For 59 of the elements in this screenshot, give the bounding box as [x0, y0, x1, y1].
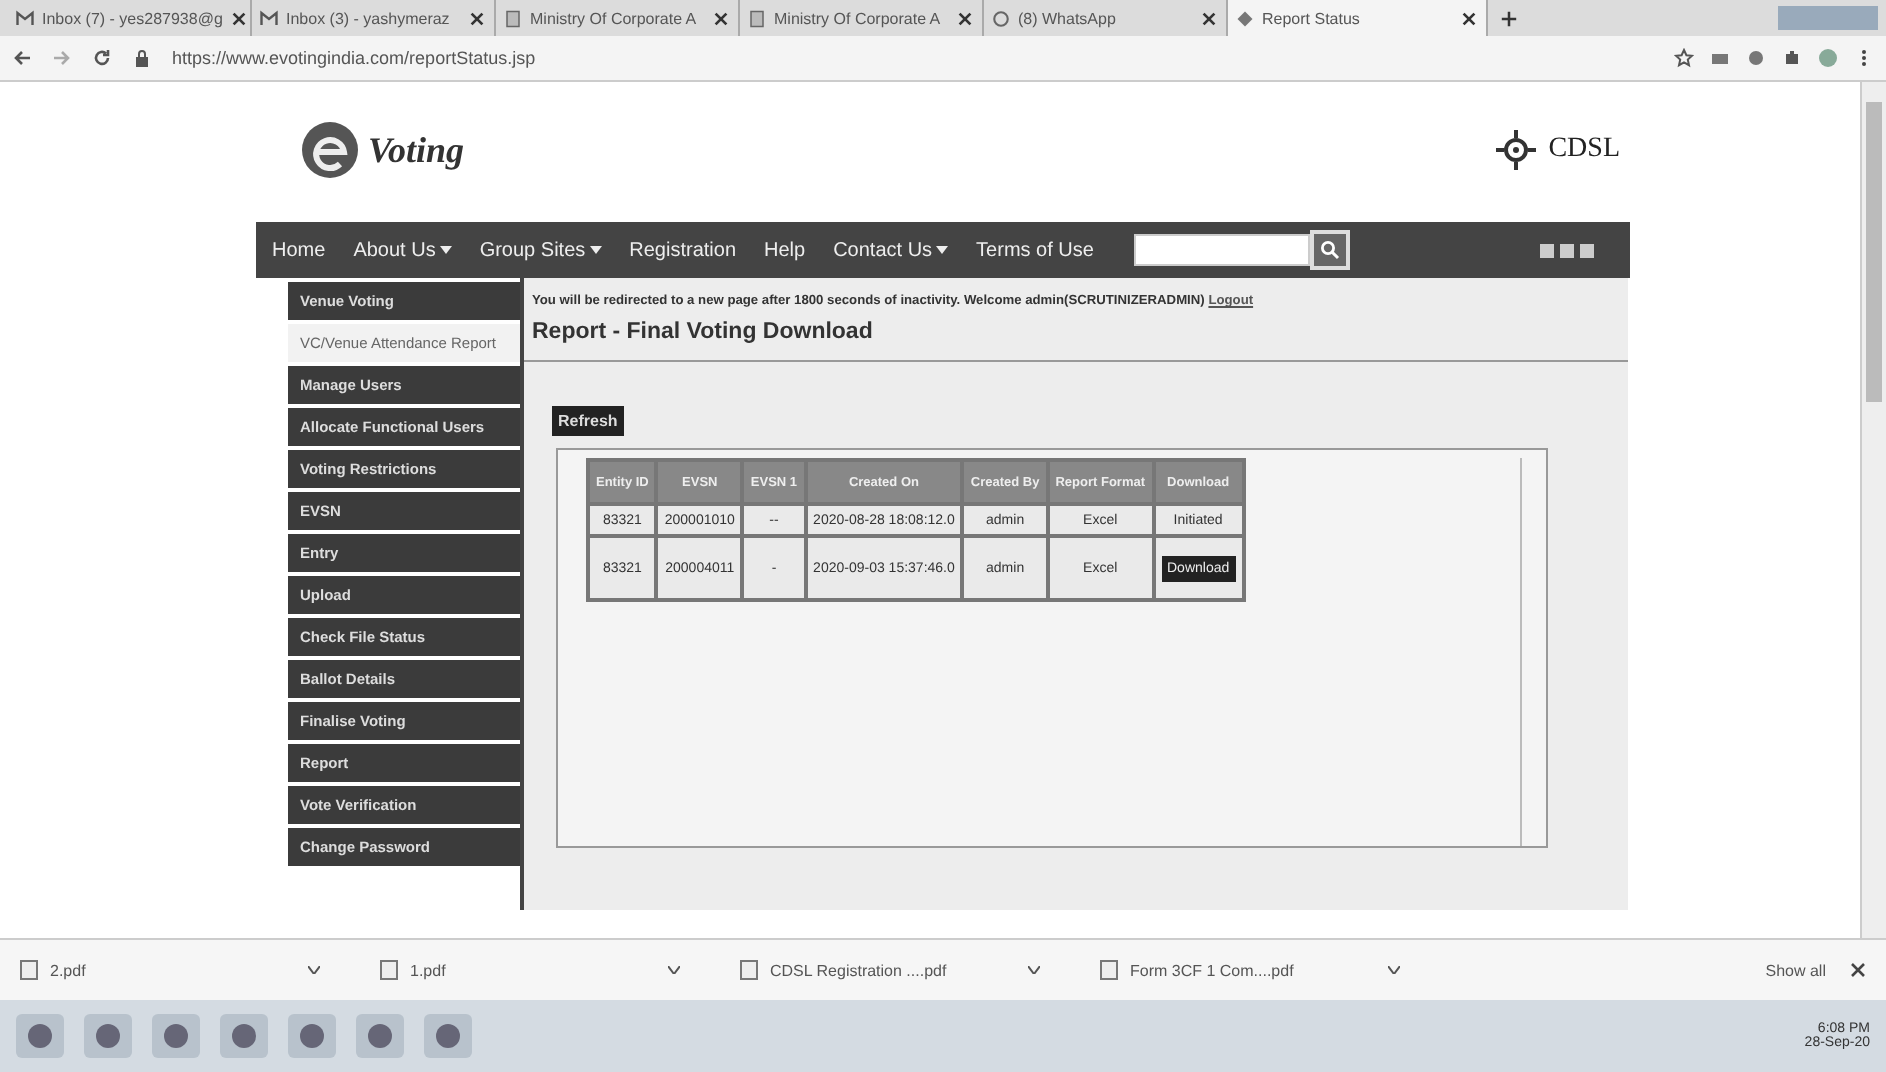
back-icon[interactable]: [12, 48, 32, 68]
nav-link[interactable]: Terms of Use: [976, 239, 1094, 261]
nav-link[interactable]: Registration: [629, 239, 736, 261]
pdf-file-icon: [1100, 960, 1118, 980]
taskbar-app-icon[interactable]: [288, 1014, 336, 1058]
taskbar-app-icon[interactable]: [356, 1014, 404, 1058]
caret-icon[interactable]: [668, 966, 680, 974]
brand-logo-icon: [1492, 126, 1541, 174]
close-icon[interactable]: [468, 9, 486, 27]
document-icon: [504, 9, 522, 27]
page-title: Report - Final Voting Download: [524, 314, 1628, 362]
pdf-file-icon: [380, 960, 398, 980]
puzzle-icon[interactable]: [1782, 48, 1802, 68]
search-button[interactable]: [1309, 230, 1350, 270]
nav-link[interactable]: About Us: [353, 239, 452, 261]
caret-icon: [589, 246, 602, 254]
pdf-file-icon: [20, 960, 38, 980]
search-field[interactable]: [1133, 234, 1310, 266]
e-logo-icon: [300, 120, 360, 180]
close-icon[interactable]: [230, 9, 249, 27]
close-icon[interactable]: [1460, 9, 1478, 27]
mail-icon: [260, 9, 278, 27]
reload-icon[interactable]: [92, 48, 112, 68]
close-icon[interactable]: [1850, 962, 1866, 978]
caret-icon[interactable]: [1028, 966, 1040, 974]
mail-icon: [16, 9, 34, 27]
close-icon[interactable]: [712, 9, 730, 27]
nav-link[interactable]: Group Sites: [479, 239, 602, 261]
nav-link[interactable]: Help: [764, 239, 806, 261]
refresh-button[interactable]: Refresh: [552, 406, 624, 436]
caret-icon[interactable]: [308, 966, 320, 974]
download-item[interactable]: 2.pdf: [50, 961, 86, 979]
caret-icon: [439, 246, 452, 254]
caret-icon[interactable]: [1388, 966, 1400, 974]
taskbar-app-icon[interactable]: [220, 1014, 268, 1058]
taskbar-app-icon[interactable]: [152, 1014, 200, 1058]
document-icon: [748, 9, 766, 27]
diamond-icon: [1236, 9, 1254, 27]
taskbar-app-icon[interactable]: [424, 1014, 472, 1058]
logo-text: Voting: [368, 129, 465, 171]
caret-icon: [936, 246, 949, 254]
search-icon: [1319, 240, 1340, 260]
page-scrollbar[interactable]: [1860, 82, 1886, 938]
taskbar-app-icon[interactable]: [84, 1014, 132, 1058]
browser-tab[interactable]: Report Status: [1228, 0, 1488, 36]
lock-icon: [132, 48, 152, 68]
chat-icon: [992, 9, 1010, 27]
nav-link[interactable]: Home: [272, 239, 326, 261]
star-icon[interactable]: [1674, 48, 1694, 68]
taskbar-app-icon[interactable]: [16, 1014, 64, 1058]
close-icon[interactable]: [956, 9, 974, 27]
pdf-file-icon: [740, 960, 758, 980]
download-item[interactable]: CDSL Registration ....pdf: [770, 961, 947, 979]
download-item[interactable]: 1.pdf: [410, 961, 446, 979]
show-all-link[interactable]: Show all: [1765, 961, 1826, 979]
brand-name: CDSL: [1548, 134, 1620, 166]
download-item[interactable]: Form 3CF 1 Com....pdf: [1130, 961, 1294, 979]
nav-link[interactable]: Contact Us: [833, 239, 949, 261]
close-icon[interactable]: [1200, 9, 1218, 27]
